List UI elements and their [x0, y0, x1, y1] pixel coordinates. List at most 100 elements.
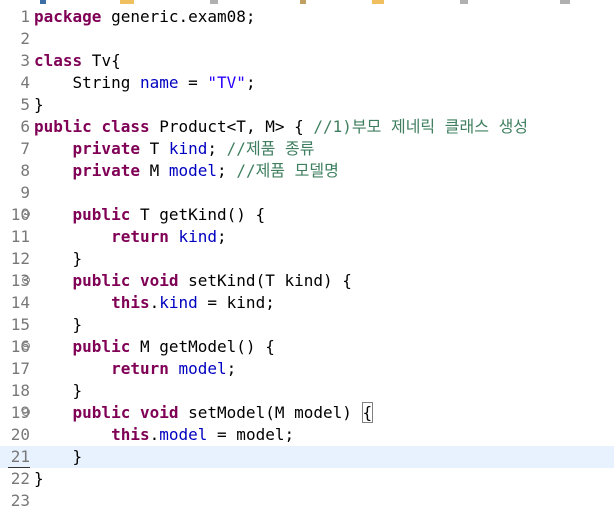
code-text[interactable]: public void setKind(T kind) { — [34, 270, 352, 292]
field-token: kind — [168, 139, 208, 158]
code-text[interactable]: } — [34, 94, 44, 116]
code-token: Tv{ — [82, 51, 121, 70]
line-number-gutter: 3 — [0, 50, 30, 72]
line-number-gutter: 16 — [0, 336, 30, 358]
matched-bracket: { — [361, 402, 374, 423]
code-line[interactable]: 4 String name = "TV"; — [0, 72, 614, 94]
fold-collapse-icon[interactable] — [22, 276, 30, 284]
code-text[interactable]: this.model = model; — [34, 424, 294, 446]
line-number-gutter: 11 — [0, 226, 30, 248]
keyword-token: void — [139, 271, 179, 290]
code-text[interactable]: } — [34, 248, 83, 270]
code-line[interactable]: 16 public M getModel() { — [0, 336, 614, 358]
field-token: model — [178, 359, 227, 378]
fold-collapse-icon[interactable] — [22, 342, 30, 350]
line-number-gutter: 4 — [0, 72, 30, 94]
code-line[interactable]: 14 this.kind = kind; — [0, 292, 614, 314]
code-text[interactable]: package generic.exam08; — [34, 6, 256, 28]
keyword-token: public — [34, 117, 92, 136]
code-text[interactable]: String name = "TV"; — [34, 72, 256, 94]
code-text[interactable]: private M model; //제품 모델명 — [34, 160, 339, 182]
code-text[interactable]: } — [34, 380, 83, 402]
code-line[interactable]: 5} — [0, 94, 614, 116]
line-number-gutter: 15 — [0, 314, 30, 336]
code-text[interactable]: } — [34, 468, 44, 490]
code-line[interactable]: 7 private T kind; //제품 종류 — [0, 138, 614, 160]
line-number: 2 — [20, 29, 30, 48]
code-token: T getKind() { — [130, 205, 266, 224]
keyword-token: class — [101, 117, 150, 136]
code-line[interactable]: 21 } — [0, 446, 614, 468]
code-text[interactable]: public void setModel(M model) { — [34, 402, 374, 424]
keyword-token: public — [72, 403, 131, 422]
code-text[interactable]: } — [34, 314, 83, 336]
line-number: 1 — [20, 7, 30, 26]
keyword-token: package — [34, 7, 102, 26]
code-text[interactable]: private T kind; //제품 종류 — [34, 138, 315, 160]
code-line[interactable]: 2 — [0, 28, 614, 50]
field-token: name — [139, 73, 179, 92]
code-token: ; — [207, 139, 227, 158]
line-number: 21 — [8, 447, 30, 468]
code-text[interactable]: this.kind = kind; — [34, 292, 275, 314]
code-line[interactable]: 11 return kind; — [0, 226, 614, 248]
code-text[interactable]: return kind; — [34, 226, 227, 248]
code-line[interactable]: 1 package generic.exam08; — [0, 6, 614, 28]
code-line[interactable]: 17 return model; — [0, 358, 614, 380]
fold-collapse-icon[interactable] — [22, 210, 30, 218]
line-number-gutter: 6 — [0, 116, 30, 138]
code-token: generic.exam08; — [101, 7, 256, 26]
code-line[interactable]: 10 public T getKind() { — [0, 204, 614, 226]
code-text[interactable]: public M getModel() { — [34, 336, 275, 358]
code-editor[interactable]: 1 package generic.exam08; 2 3 class Tv{4 Str… — [0, 6, 614, 512]
fold-collapse-icon[interactable] — [22, 408, 30, 416]
code-text[interactable]: public T getKind() { — [34, 204, 266, 226]
comment-token: //1)부모 제네릭 클래스 생성 — [313, 117, 529, 136]
keyword-token: public — [72, 337, 131, 356]
tab-icon-fragment — [210, 0, 218, 4]
code-line[interactable]: 6 public class Product<T, M> { //1)부모 제네릭… — [0, 116, 614, 138]
tab-indicator — [40, 0, 46, 4]
code-line[interactable]: 3 class Tv{ — [0, 50, 614, 72]
keyword-token: public — [72, 205, 131, 224]
code-line[interactable]: 9 — [0, 182, 614, 204]
code-line[interactable]: 20 this.model = model; — [0, 424, 614, 446]
code-token: } — [34, 381, 83, 400]
code-line[interactable]: 23 — [0, 490, 614, 512]
line-number: 5 — [20, 95, 30, 114]
code-line[interactable]: 18 } — [0, 380, 614, 402]
code-token: M getModel() { — [130, 337, 275, 356]
code-token: M — [139, 161, 169, 180]
code-token: = — [178, 73, 208, 92]
code-token: ; — [245, 73, 256, 92]
code-text[interactable]: return model; — [34, 358, 236, 380]
code-text[interactable]: public class Product<T, M> { //1)부모 제네릭 … — [34, 116, 528, 138]
field-token: model — [168, 161, 218, 180]
line-number-gutter: 2 — [0, 28, 30, 50]
code-line[interactable]: 15 } — [0, 314, 614, 336]
line-number-gutter: 12 — [0, 248, 30, 270]
code-line[interactable]: 22} — [0, 468, 614, 490]
field-token: kind — [178, 227, 218, 246]
code-line[interactable]: 13 public void setKind(T kind) { — [0, 270, 614, 292]
code-line[interactable]: 19 public void setModel(M model) { — [0, 402, 614, 424]
code-line[interactable]: 12 } — [0, 248, 614, 270]
code-token: Product<T, M> { — [149, 117, 314, 136]
tab-icon-fragment — [300, 0, 306, 4]
line-number: 9 — [20, 183, 30, 202]
line-number: 3 — [20, 51, 30, 70]
code-token: T — [139, 139, 169, 158]
line-number: 20 — [10, 425, 30, 444]
comment-token: //제품 모델명 — [236, 161, 339, 180]
line-number: 14 — [10, 293, 30, 312]
code-text[interactable]: class Tv{ — [34, 50, 121, 72]
code-line[interactable]: 8 private M model; //제품 모델명 — [0, 160, 614, 182]
line-number-gutter: 8 — [0, 160, 30, 182]
code-text[interactable]: } — [34, 446, 83, 468]
